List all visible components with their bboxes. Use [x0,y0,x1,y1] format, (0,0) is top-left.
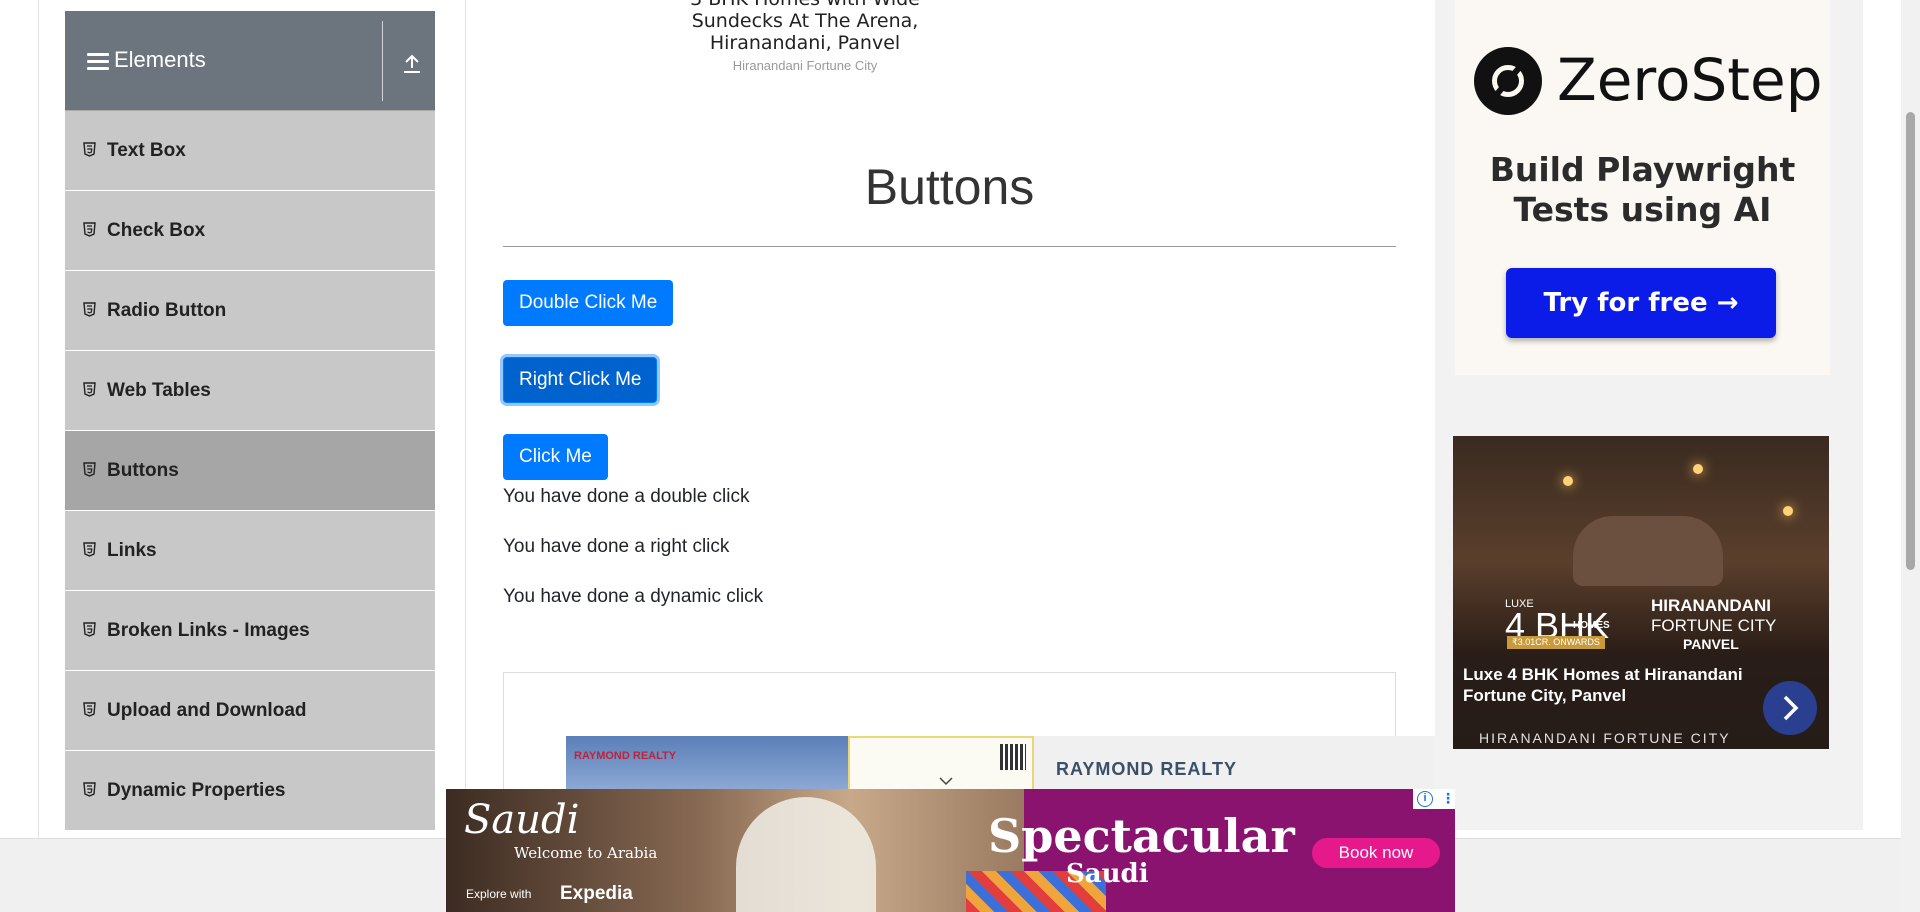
sidebar-item-text-box[interactable]: Text Box [65,111,435,191]
hamburger-icon [87,53,109,71]
sidebar-item-radio-button[interactable]: Radio Button [65,271,435,351]
hf-caption: Luxe 4 BHK Homes at Hiranandani Fortune … [1463,665,1743,705]
hiranandani-ad[interactable]: LUXE 4 BHK HOMES ₹3.01CR. ONWARDS HIRANA… [1453,436,1829,749]
lamp-light [1783,506,1793,516]
more-options-icon[interactable]: ⋮ [1441,790,1455,807]
left-divider [38,0,39,838]
chevron-down-icon [939,777,953,786]
sidebar-item-label: Links [107,540,157,561]
saudi-explore: Explore with [466,887,532,901]
raymond-ad-brand: RAYMOND REALTY [574,750,677,762]
top-ad-title[interactable]: 3 BHK Homes with Wide Sundecks At The Ar… [660,0,950,54]
saudi-subheadline: Saudi [1066,859,1149,889]
zerostep-logo-icon [1474,47,1542,115]
dynamic-click-message: You have done a dynamic click [503,586,764,607]
double-click-message: You have done a double click [503,486,750,507]
top-ad-subtitle: Hiranandani Fortune City [732,58,878,73]
sidebar-item-label: Dynamic Properties [107,780,286,801]
sidebar-item-label: Buttons [107,460,179,481]
lamp-light [1563,476,1573,486]
sidebar-item-label: Radio Button [107,300,227,321]
html5-icon [83,702,96,717]
hf-brand-line3: PANVEL [1683,636,1739,652]
sidebar-item-upload-and-download[interactable]: Upload and Download [65,671,435,751]
html5-icon [83,222,96,237]
right-click-button[interactable]: Right Click Me [503,357,658,403]
raymond-ad-qr-panel [848,736,1034,791]
raymond-ad-image: RAYMOND REALTY [566,736,848,791]
header-divider [382,21,383,101]
right-click-message: You have done a right click [503,536,730,557]
saudi-welcome: Welcome to Arabia [514,844,658,862]
html5-icon [83,622,96,637]
ad-choices[interactable]: i ⋮ [1413,789,1455,809]
double-click-button[interactable]: Double Click Me [503,280,674,326]
html5-icon [83,382,96,397]
lamp-light [1693,464,1703,474]
raymond-ad-label: RAYMOND REALTY [1056,759,1238,779]
try-for-free-button[interactable]: Try for free → [1506,268,1776,338]
qr-code-icon [1000,744,1026,770]
page-title: Buttons [864,159,1035,215]
sidebar-item-label: Upload and Download [107,700,307,721]
sidebar-item-dynamic-properties[interactable]: Dynamic Properties [65,751,435,831]
heading-divider [503,246,1396,247]
next-arrow-button[interactable] [1763,681,1817,735]
chevron-right-icon [1783,695,1799,721]
sidebar-item-label: Web Tables [107,380,211,401]
hf-brand-line2: FORTUNE CITY [1651,616,1777,635]
column-divider [465,0,466,838]
sidebar-item-label: Broken Links - Images [107,620,310,641]
hf-brand-line1: HIRANANDANI [1651,596,1771,615]
sidebar: Elements Text Box Check Box Radio Button We… [65,11,435,831]
hf-price: ₹3.01CR. ONWARDS [1507,636,1605,649]
sidebar-item-check-box[interactable]: Check Box [65,191,435,271]
hf-caption-bar: Luxe 4 BHK Homes at Hiranandani Fortune … [1453,654,1829,749]
sidebar-item-web-tables[interactable]: Web Tables [65,351,435,431]
html5-icon [83,462,96,477]
html5-icon [83,142,96,157]
raymond-realty-ad[interactable]: RAYMOND REALTY RAYMOND REALTY [566,736,1436,791]
elements-group-header[interactable]: Elements [65,11,435,111]
page: Elements Text Box Check Box Radio Button We… [0,0,1920,912]
zerostep-tagline: Build Playwright Tests using AI [1489,150,1796,229]
saudi-headline: Spectacular [988,809,1295,863]
hf-homes: HOMES [1573,620,1610,631]
sidebar-item-links[interactable]: Links [65,511,435,591]
sidebar-item-label: Text Box [107,140,186,161]
scrollbar-thumb[interactable] [1906,112,1915,570]
group-title: Elements [114,47,206,72]
html5-icon [83,302,96,317]
sidebar-item-broken-links-images[interactable]: Broken Links - Images [65,591,435,671]
sidebar-item-buttons[interactable]: Buttons [65,431,435,511]
expedia-logo: Expedia [560,883,633,904]
hf-footer-brand: HIRANANDANI FORTUNE CITY [1479,730,1731,746]
saudi-logo: Saudi [464,797,580,843]
book-now-button[interactable]: Book now [1312,838,1440,868]
click-me-button[interactable]: Click Me [503,434,608,480]
collapse-up-icon[interactable] [402,53,422,75]
sidebar-item-label: Check Box [107,220,206,241]
dining-scene [1573,516,1723,586]
html5-icon [83,542,96,557]
info-icon[interactable]: i [1417,791,1433,807]
saudi-banner-ad[interactable]: Saudi Welcome to Arabia Explore with Exp… [446,789,1455,912]
zerostep-brand-name: ZeroStep [1557,46,1823,114]
html5-icon [83,782,96,797]
